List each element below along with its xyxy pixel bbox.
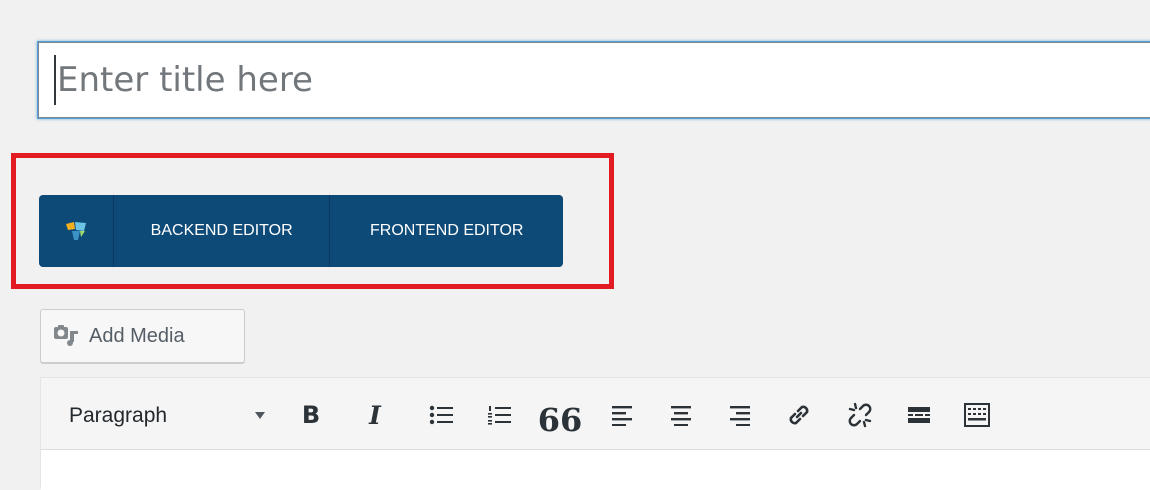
toolbar-toggle-icon (964, 403, 990, 427)
text-caret (54, 55, 56, 105)
toolbar-toggle-button[interactable] (959, 398, 995, 432)
chevron-down-icon (255, 412, 265, 419)
blockquote-button[interactable]: 66 (538, 398, 583, 436)
remove-link-button[interactable] (842, 398, 878, 432)
italic-button[interactable]: I (357, 398, 393, 432)
add-media-icon (54, 325, 78, 346)
align-left-icon (612, 406, 632, 426)
editor-frame: Paragraph B I 66 (40, 377, 1150, 490)
bold-icon: B (301, 401, 321, 429)
insert-link-icon (789, 405, 809, 425)
numbered-list-icon (488, 406, 511, 425)
add-media-button[interactable]: Add Media (40, 309, 245, 363)
numbered-list-button[interactable] (482, 398, 518, 432)
read-more-icon (908, 407, 930, 423)
align-left-button[interactable] (604, 398, 640, 432)
remove-link-icon (848, 402, 872, 428)
frontend-editor-button[interactable]: FRONTEND EDITOR (330, 195, 563, 267)
visual-composer-logo-icon-graphic (65, 222, 86, 240)
add-media-label: Add Media (89, 324, 185, 347)
editor-content-area[interactable] (41, 450, 1150, 490)
title-input[interactable] (39, 43, 1150, 117)
align-right-icon (730, 406, 750, 426)
visual-composer-logo-icon[interactable] (39, 195, 114, 267)
bold-button[interactable]: B (293, 398, 329, 432)
title-field-wrapper (38, 42, 1150, 118)
insert-link-button[interactable] (781, 398, 817, 432)
italic-icon: I (369, 400, 381, 430)
bulleted-list-button[interactable] (424, 398, 460, 432)
bulleted-list-icon (429, 405, 453, 425)
align-center-icon (671, 406, 691, 426)
align-center-button[interactable] (663, 398, 699, 432)
editor-toolbar: Paragraph B I 66 (41, 378, 1150, 450)
format-select-value: Paragraph (69, 404, 168, 427)
read-more-button[interactable] (901, 398, 937, 432)
backend-editor-button[interactable]: BACKEND EDITOR (114, 195, 331, 267)
page-builder-switch-bar: BACKEND EDITOR FRONTEND EDITOR (39, 195, 563, 267)
format-select[interactable]: Paragraph (56, 396, 276, 436)
blockquote-icon: 66 (537, 401, 583, 439)
align-right-button[interactable] (722, 398, 758, 432)
